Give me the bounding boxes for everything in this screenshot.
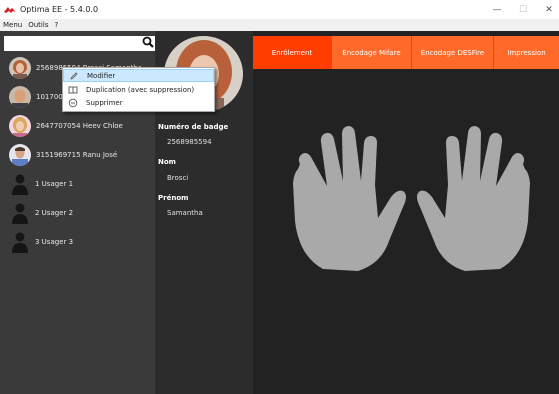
menu-item-duplication[interactable]: Duplication (avec suppression) <box>63 83 214 96</box>
app-logo-icon <box>4 6 16 13</box>
pencil-icon <box>69 71 79 81</box>
title-bar: Optima EE - 5.4.0.0 — ☐ ✕ <box>0 0 559 19</box>
avatar <box>9 115 31 137</box>
avatar <box>9 86 31 108</box>
user-silhouette-icon <box>12 203 28 224</box>
hands-diagram <box>293 126 530 271</box>
menu-item-label: Supprimer <box>86 98 123 107</box>
user-row[interactable]: 2 Usager 2 <box>0 200 155 226</box>
right-hand-icon[interactable] <box>417 126 530 271</box>
user-row[interactable]: 1 Usager 1 <box>0 171 155 197</box>
avatar <box>9 57 31 79</box>
menu-item-menu[interactable]: Menu <box>3 21 22 29</box>
duplicate-icon <box>68 85 78 95</box>
menu-item-outils[interactable]: Outils <box>28 21 48 29</box>
user-silhouette-icon <box>12 232 28 253</box>
tab-bar: Enrôlement Encodage Mifare Encodage DESF… <box>253 36 559 69</box>
user-row[interactable]: 3151969715 Ranu José <box>0 142 155 168</box>
app-window: Optima EE - 5.4.0.0 — ☐ ✕ Menu Outils ? <box>0 0 559 394</box>
minimize-button[interactable]: — <box>484 0 510 19</box>
last-name-label: Nom <box>158 158 176 166</box>
context-menu: Modifier Duplication (avec suppression) … <box>62 67 215 112</box>
menu-item-label: Duplication (avec suppression) <box>86 85 195 94</box>
menu-item-label: Modifier <box>87 71 116 80</box>
user-row[interactable]: 2647707054 Heev Chloe <box>0 113 155 139</box>
badge-number-value: 2568985594 <box>167 138 212 146</box>
user-row[interactable]: 3 Usager 3 <box>0 229 155 255</box>
badge-number-label: Numéro de badge <box>158 123 229 131</box>
search-icon[interactable] <box>140 35 154 51</box>
maximize-button[interactable]: ☐ <box>510 0 536 19</box>
minus-circle-icon <box>68 98 78 108</box>
close-button[interactable]: ✕ <box>536 0 559 19</box>
tab-impression[interactable]: Impression <box>494 36 559 69</box>
user-silhouette-icon <box>12 174 28 195</box>
first-name-label: Prénom <box>158 194 189 202</box>
user-row-label: 1 Usager 1 <box>35 180 74 188</box>
menu-item-help[interactable]: ? <box>54 21 58 29</box>
window-title: Optima EE - 5.4.0.0 <box>20 5 99 14</box>
first-name-value: Samantha <box>167 209 203 217</box>
menu-item-supprimer[interactable]: Supprimer <box>63 96 214 109</box>
user-row-label: 2 Usager 2 <box>35 209 74 217</box>
tab-encodage-mifare[interactable]: Encodage Mifare <box>332 36 412 69</box>
user-row-label: 3151969715 Ranu José <box>36 151 118 159</box>
last-name-value: Brosci <box>167 174 189 182</box>
search-input[interactable] <box>4 36 156 51</box>
menu-item-modifier[interactable]: Modifier <box>63 69 214 82</box>
avatar <box>9 144 31 166</box>
tab-enrolement[interactable]: Enrôlement <box>253 36 332 69</box>
tab-encodage-desfire[interactable]: Encodage DESFire <box>412 36 494 69</box>
menu-bar: Menu Outils ? <box>0 19 559 31</box>
left-hand-icon[interactable] <box>293 126 406 271</box>
enrollment-panel: Enrôlement Encodage Mifare Encodage DESF… <box>253 31 559 394</box>
user-row-label: 3 Usager 3 <box>35 238 74 246</box>
user-row-label: 2647707054 Heev Chloe <box>36 122 123 130</box>
